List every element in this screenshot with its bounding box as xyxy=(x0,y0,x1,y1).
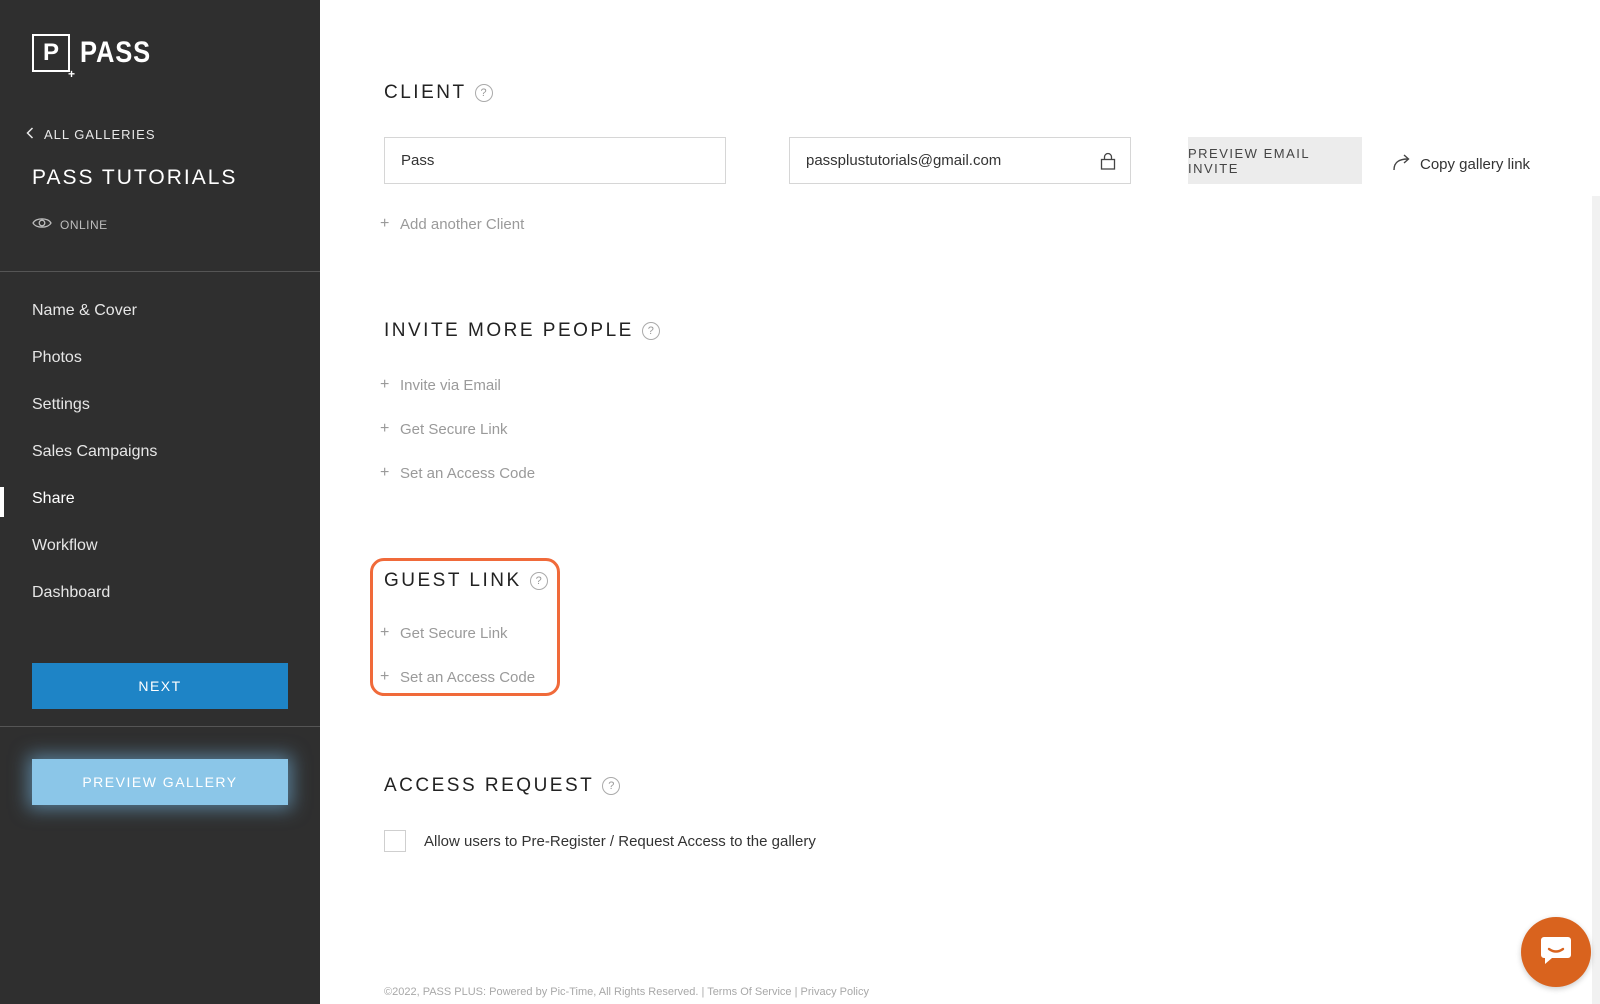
preview-gallery-button[interactable]: PREVIEW GALLERY xyxy=(32,759,288,805)
help-icon[interactable]: ? xyxy=(641,322,660,340)
nav-item-settings[interactable]: Settings xyxy=(0,381,320,428)
status-label: ONLINE xyxy=(60,217,108,232)
plus-icon: + xyxy=(380,420,390,437)
pre-register-label: Allow users to Pre-Register / Request Ac… xyxy=(424,833,816,850)
status-indicator[interactable]: ONLINE xyxy=(32,216,108,233)
invite-section-title: INVITE MORE PEOPLE ? xyxy=(384,320,660,342)
logo-mark: P xyxy=(32,34,75,81)
footer-copyright: ©2022, PASS PLUS: Powered by Pic-Time, A… xyxy=(384,986,699,998)
scrollbar[interactable] xyxy=(1592,196,1600,1004)
all-galleries-label: ALL GALLERIES xyxy=(44,126,156,142)
access-section-title: ACCESS REQUEST ? xyxy=(384,775,621,797)
client-name-input[interactable]: Pass xyxy=(384,137,726,184)
pre-register-checkbox[interactable] xyxy=(384,830,406,852)
nav-item-photos[interactable]: Photos xyxy=(0,334,320,381)
chat-icon xyxy=(1539,934,1573,971)
footer: ©2022, PASS PLUS: Powered by Pic-Time, A… xyxy=(384,986,869,998)
invite-set-access-code[interactable]: + Set an Access Code xyxy=(380,464,535,482)
share-settings-panel: CLIENT ? Pass passplustutorials@gmail.co… xyxy=(320,0,1600,1004)
guest-title: GUEST LINK xyxy=(384,570,522,591)
invite-get-secure-link[interactable]: + Get Secure Link xyxy=(380,420,508,438)
client-email-value: passplustutorials@gmail.com xyxy=(806,152,1002,169)
help-icon[interactable]: ? xyxy=(602,777,621,795)
sidebar: P PASS ALL GALLERIES PASS TUTORIALS ONLI… xyxy=(0,0,320,1004)
sidebar-nav: Name & Cover Photos Settings Sales Campa… xyxy=(0,287,320,616)
app: P PASS ALL GALLERIES PASS TUTORIALS ONLI… xyxy=(0,0,1600,1004)
guest-get-secure-link[interactable]: + Get Secure Link xyxy=(380,624,508,642)
logo-text: PASS xyxy=(80,36,151,69)
chat-button[interactable] xyxy=(1521,917,1591,987)
logo[interactable]: P PASS xyxy=(32,34,163,81)
privacy-link[interactable]: Privacy Policy xyxy=(801,986,869,998)
eye-icon xyxy=(32,216,52,233)
gallery-title: PASS TUTORIALS xyxy=(32,166,238,189)
plus-icon: + xyxy=(380,376,390,393)
guest-get-secure-link-label: Get Secure Link xyxy=(400,624,508,642)
add-another-client[interactable]: + Add another Client xyxy=(380,215,524,233)
help-icon[interactable]: ? xyxy=(474,84,493,102)
footer-separator: | xyxy=(794,986,798,998)
client-title: CLIENT xyxy=(384,82,467,103)
client-email-input[interactable]: passplustutorials@gmail.com xyxy=(789,137,1131,184)
access-title: ACCESS REQUEST xyxy=(384,775,595,796)
plus-icon: + xyxy=(380,668,390,685)
plus-icon: + xyxy=(380,215,390,232)
copy-gallery-link[interactable]: Copy gallery link xyxy=(1392,153,1530,175)
guest-section-title: GUEST LINK ? xyxy=(384,570,548,592)
nav-item-dashboard[interactable]: Dashboard xyxy=(0,569,320,616)
lock-icon xyxy=(1100,152,1116,170)
plus-icon: + xyxy=(380,624,390,641)
preview-email-invite-button[interactable]: PREVIEW EMAIL INVITE xyxy=(1188,137,1362,184)
sidebar-divider-bottom xyxy=(0,726,320,727)
nav-item-workflow[interactable]: Workflow xyxy=(0,522,320,569)
add-another-client-label: Add another Client xyxy=(400,215,525,233)
nav-item-name-cover[interactable]: Name & Cover xyxy=(0,287,320,334)
invite-set-access-code-label: Set an Access Code xyxy=(400,464,536,482)
invite-via-email-label: Invite via Email xyxy=(400,376,501,394)
guest-set-access-code[interactable]: + Set an Access Code xyxy=(380,668,535,686)
nav-item-sales-campaigns[interactable]: Sales Campaigns xyxy=(0,428,320,475)
next-button[interactable]: NEXT xyxy=(32,663,288,709)
all-galleries-link[interactable]: ALL GALLERIES xyxy=(26,126,156,142)
chevron-left-icon xyxy=(26,126,34,142)
guest-set-access-code-label: Set an Access Code xyxy=(400,668,536,686)
invite-title: INVITE MORE PEOPLE xyxy=(384,320,634,341)
invite-via-email[interactable]: + Invite via Email xyxy=(380,376,501,394)
share-arrow-icon xyxy=(1392,153,1412,175)
copy-gallery-link-label: Copy gallery link xyxy=(1420,155,1531,173)
help-icon[interactable]: ? xyxy=(529,572,548,590)
nav-item-share[interactable]: Share xyxy=(0,475,320,522)
footer-separator: | xyxy=(701,986,705,998)
client-name-value: Pass xyxy=(401,152,435,169)
invite-get-secure-link-label: Get Secure Link xyxy=(400,420,508,438)
client-section-title: CLIENT ? xyxy=(384,82,493,104)
sidebar-divider xyxy=(0,271,320,272)
terms-link[interactable]: Terms Of Service xyxy=(707,986,791,998)
plus-icon: + xyxy=(380,464,390,481)
